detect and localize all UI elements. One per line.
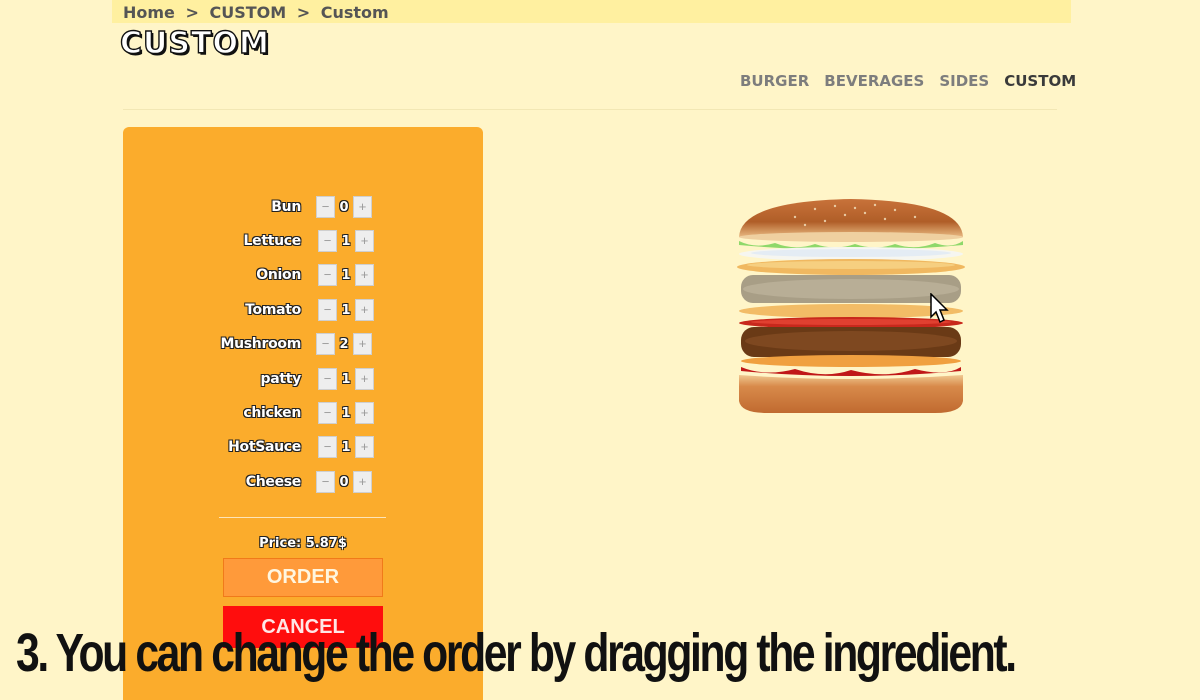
ingredient-row-hotsauce: HotSauce −1 +: [123, 436, 483, 462]
bun-bottom[interactable]: [739, 375, 963, 413]
ingredient-label: Bun: [271, 199, 301, 215]
ingredient-label: patty: [260, 371, 302, 387]
ingredient-panel: Bun −0 + Lettuce −1 + Onion −1 + Tomato −1 +…: [123, 127, 483, 700]
tutorial-caption: 3. You can change the order by dragging …: [16, 623, 1017, 683]
decrement-button[interactable]: −: [318, 299, 337, 321]
decrement-button[interactable]: −: [318, 436, 337, 458]
decrement-button[interactable]: −: [316, 333, 335, 355]
panel-divider: [219, 517, 386, 518]
decrement-button[interactable]: −: [316, 471, 335, 493]
ingredient-row-patty: patty −1 +: [123, 368, 483, 394]
increment-button[interactable]: +: [355, 299, 374, 321]
price-label: Price: 5.87$: [259, 536, 347, 551]
ingredient-label: chicken: [243, 405, 301, 421]
breadcrumb: Home > CUSTOM > Custom: [112, 0, 1071, 23]
nav-beverages[interactable]: BEVERAGES: [824, 72, 924, 90]
breadcrumb-section[interactable]: CUSTOM: [209, 3, 286, 22]
nav-burger[interactable]: BURGER: [740, 72, 809, 90]
decrement-button[interactable]: −: [316, 196, 335, 218]
ingredient-row-onion: Onion −1 +: [123, 264, 483, 290]
quantity-value: 1: [341, 267, 351, 283]
patty-layer[interactable]: [741, 327, 961, 357]
chevron-right-icon: >: [296, 3, 311, 22]
mouse-pointer-icon: [930, 293, 949, 324]
page-title: CUSTOM: [119, 25, 270, 61]
increment-button[interactable]: +: [355, 264, 374, 286]
nav-sides[interactable]: SIDES: [939, 72, 989, 90]
increment-button[interactable]: +: [353, 333, 372, 355]
increment-button[interactable]: +: [353, 196, 372, 218]
mushroom-layer[interactable]: [737, 259, 965, 275]
quantity-value: 2: [339, 336, 349, 352]
ingredient-row-cheese: Cheese −0 +: [123, 471, 483, 497]
increment-button[interactable]: +: [353, 471, 372, 493]
increment-button[interactable]: +: [355, 402, 374, 424]
chicken-layer[interactable]: [741, 275, 961, 303]
quantity-value: 1: [341, 439, 351, 455]
ingredient-label: HotSauce: [228, 439, 301, 455]
decrement-button[interactable]: −: [318, 402, 337, 424]
increment-button[interactable]: +: [355, 436, 374, 458]
increment-button[interactable]: +: [355, 230, 374, 252]
decrement-button[interactable]: −: [318, 264, 337, 286]
ingredient-row-tomato: Tomato −1 +: [123, 299, 483, 325]
hotsauce-layer[interactable]: [741, 367, 961, 376]
header-divider: [123, 109, 1057, 110]
decrement-button[interactable]: −: [318, 368, 337, 390]
quantity-value: 0: [339, 474, 349, 490]
ingredient-row-mushroom: Mushroom −2 +: [123, 333, 483, 359]
onion-layer-2[interactable]: [741, 355, 961, 367]
ingredient-label: Lettuce: [243, 233, 302, 249]
main-nav: BURGER BEVERAGES SIDES CUSTOM: [740, 72, 1076, 90]
ingredient-label: Mushroom: [220, 336, 301, 352]
quantity-value: 1: [341, 302, 351, 318]
quantity-value: 1: [341, 371, 351, 387]
ingredient-row-bun: Bun −0 +: [123, 196, 483, 222]
ingredient-label: Cheese: [245, 474, 302, 490]
ingredient-label: Tomato: [245, 302, 301, 318]
increment-button[interactable]: +: [355, 368, 374, 390]
onion-layer[interactable]: [739, 247, 963, 261]
quantity-value: 1: [341, 405, 351, 421]
breadcrumb-current: Custom: [320, 3, 389, 22]
bun-top[interactable]: [739, 199, 963, 242]
quantity-value: 1: [341, 233, 351, 249]
chevron-right-icon: >: [185, 3, 199, 22]
decrement-button[interactable]: −: [318, 230, 337, 252]
ingredient-label: Onion: [256, 267, 301, 283]
ingredient-row-lettuce: Lettuce −1 +: [123, 230, 483, 256]
ingredient-row-chicken: chicken −1 +: [123, 402, 483, 428]
order-button[interactable]: ORDER: [223, 558, 383, 597]
breadcrumb-home[interactable]: Home: [123, 3, 175, 22]
quantity-value: 0: [339, 199, 349, 215]
nav-custom[interactable]: CUSTOM: [1004, 72, 1076, 90]
